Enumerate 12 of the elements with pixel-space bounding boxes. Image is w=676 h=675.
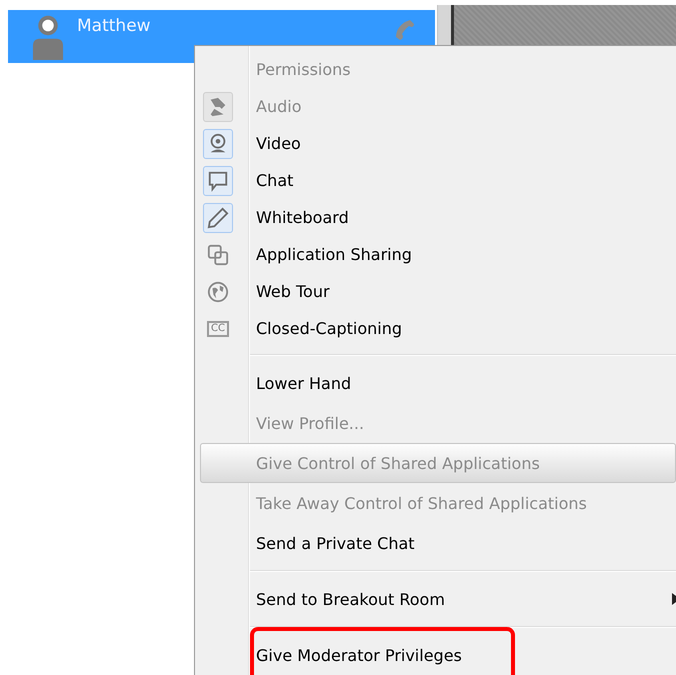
menu-item[interactable]: Chat — [195, 162, 676, 199]
menu-item[interactable]: Give Moderator Privileges — [195, 635, 676, 675]
menu-item[interactable]: Application Sharing — [195, 236, 676, 273]
menu-item[interactable]: Video — [195, 125, 676, 162]
section-heading: Permissions — [255, 60, 351, 79]
menu-item[interactable]: Web Tour — [195, 273, 676, 310]
menu-item[interactable]: CC Closed-Captioning — [195, 310, 676, 347]
menu-item[interactable]: Send a Private Chat — [195, 523, 676, 563]
menu-item[interactable]: Send to Breakout Room — [195, 579, 676, 619]
menu-item[interactable]: Lower Hand — [195, 363, 676, 403]
participant-name: Matthew — [77, 16, 152, 36]
menu-item[interactable]: Whiteboard — [195, 199, 676, 236]
